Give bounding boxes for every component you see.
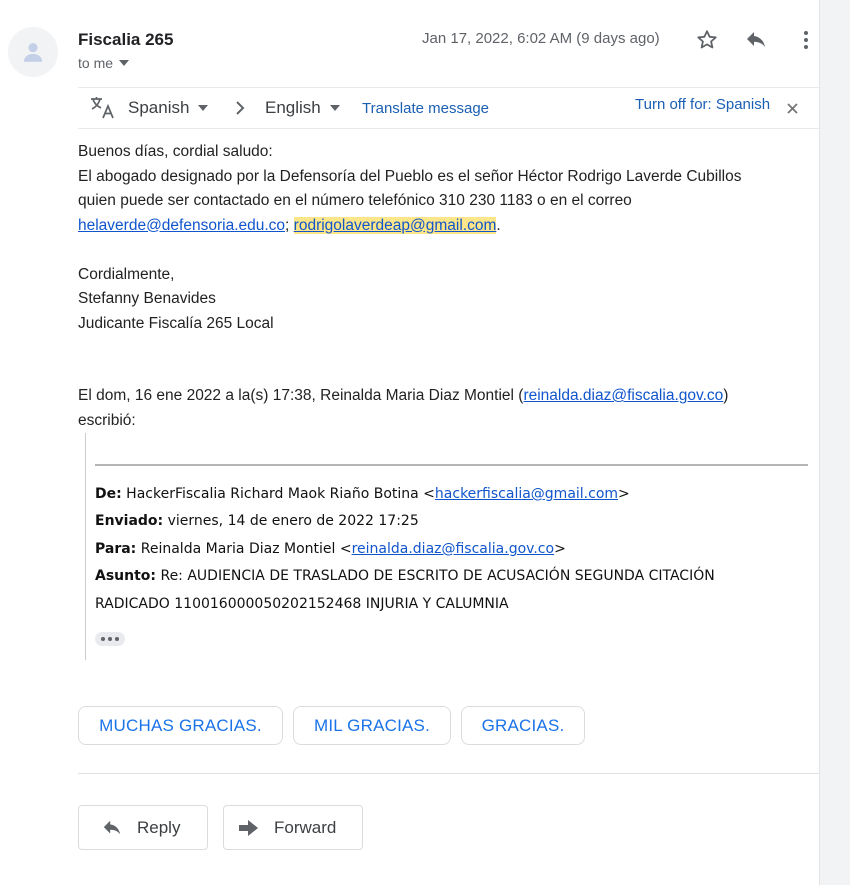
smart-reply-chip[interactable]: MUCHAS GRACIAS.: [78, 706, 283, 745]
email-link[interactable]: helaverde@defensoria.edu.co: [78, 217, 285, 234]
reply-icon: [103, 820, 121, 834]
smart-reply-chip[interactable]: MIL GRACIAS.: [293, 706, 451, 745]
closing: Cordialmente,: [78, 265, 175, 283]
email-link[interactable]: reinalda.diaz@fiscalia.gov.co: [523, 387, 723, 404]
recipient-label: to me: [78, 55, 114, 71]
person-icon: [23, 43, 43, 62]
attribution-prefix: El dom, 16 ene 2022 a la(s) 17:38, Reina…: [78, 387, 524, 404]
from-label: De:: [95, 486, 122, 502]
reply-attribution: El dom, 16 ene 2022 a la(s) 17:38, Reina…: [78, 384, 798, 433]
right-side-panel: [819, 0, 850, 885]
to-name: Reinalda Maria Diaz Montiel <: [140, 541, 352, 557]
chevron-right-icon: [234, 88, 246, 128]
more-vert-icon[interactable]: [792, 26, 820, 54]
email-link[interactable]: hackerfiscalia@gmail.com: [435, 486, 618, 502]
email-link[interactable]: reinalda.diaz@fiscalia.gov.co: [352, 541, 554, 557]
greeting: Buenos días, cordial saludo:: [78, 143, 273, 160]
subject-line: Re: AUDIENCIA DE TRASLADO DE ESCRITO DE …: [160, 568, 715, 584]
sent-label: Enviado:: [95, 513, 164, 529]
email-link-highlighted[interactable]: rodrigolaverdeap@gmail.com: [293, 216, 497, 234]
body-line: El abogado designado por la Defensoría d…: [78, 167, 742, 185]
subject-label: Asunto:: [95, 568, 157, 584]
signature-name: Stefanny Benavides: [78, 290, 216, 307]
star-icon[interactable]: [693, 26, 721, 54]
caret-down-icon: [119, 60, 130, 66]
to-label: Para:: [95, 541, 137, 557]
reply-label: Reply: [137, 817, 181, 837]
separator: ;: [285, 216, 290, 234]
target-language-label: English: [265, 98, 321, 117]
translate-bar: Spanish English Translate message Turn o…: [78, 87, 819, 129]
attribution-wrote: escribió:: [78, 411, 136, 429]
reply-icon[interactable]: [742, 26, 770, 54]
signature-title: Judicante Fiscalía 265 Local: [78, 314, 274, 332]
quoted-from: De: HackerFiscalia Richard Maok Riaño Bo…: [95, 480, 795, 508]
close-translate-bar-icon[interactable]: [787, 88, 798, 128]
sender-avatar: [8, 27, 58, 77]
sent-value: viernes, 14 de enero de 2022 17:25: [167, 513, 419, 529]
message-date: Jan 17, 2022, 6:02 AM (9 days ago): [422, 30, 660, 47]
body-line: quien puede ser contactado en el número …: [78, 192, 632, 209]
sender-name: Fiscalia 265: [78, 30, 174, 49]
translate-icon: [90, 88, 116, 128]
attribution-suffix: ): [723, 387, 729, 404]
translate-message-link[interactable]: Translate message: [362, 88, 489, 128]
target-language-select[interactable]: English: [265, 88, 340, 128]
show-trimmed-content-button[interactable]: [95, 632, 125, 646]
quoted-to: Para: Reinalda Maria Diaz Montiel <reina…: [95, 535, 795, 563]
quoted-subject: Asunto: Re: AUDIENCIA DE TRASLADO DE ESC…: [95, 562, 795, 590]
reply-button[interactable]: Reply: [78, 805, 208, 850]
forward-icon: [239, 819, 258, 836]
smart-reply-chip[interactable]: GRACIAS.: [461, 706, 585, 745]
forward-label: Forward: [274, 817, 337, 837]
quoted-message: De: HackerFiscalia Richard Maok Riaño Bo…: [85, 433, 808, 660]
message-body: Buenos días, cordial saludo: El abogado …: [78, 140, 798, 336]
attribution-line: El dom, 16 ene 2022 a la(s) 17:38, Reina…: [78, 384, 798, 409]
recipient-details-toggle[interactable]: to me: [78, 55, 130, 71]
source-language-select[interactable]: Spanish: [128, 88, 209, 128]
from-name: HackerFiscalia Richard Maok Riaño Botina…: [126, 486, 435, 502]
source-language-label: Spanish: [128, 98, 190, 117]
body-line-emails: helaverde@defensoria.edu.co; rodrigolave…: [78, 214, 798, 239]
quoted-subject-cont: RADICADO 110016000050202152468 INJURIA Y…: [95, 596, 509, 612]
quote-divider: [95, 464, 808, 466]
caret-down-icon: [198, 105, 209, 111]
caret-down-icon: [329, 105, 340, 111]
divider: [78, 773, 819, 774]
to-close: >: [554, 541, 566, 557]
turn-off-translation-link[interactable]: Turn off for: Spanish: [635, 84, 770, 124]
forward-button[interactable]: Forward: [223, 805, 363, 850]
period: .: [496, 216, 501, 234]
from-close: >: [618, 486, 630, 502]
quoted-sent: Enviado: viernes, 14 de enero de 2022 17…: [95, 507, 795, 535]
